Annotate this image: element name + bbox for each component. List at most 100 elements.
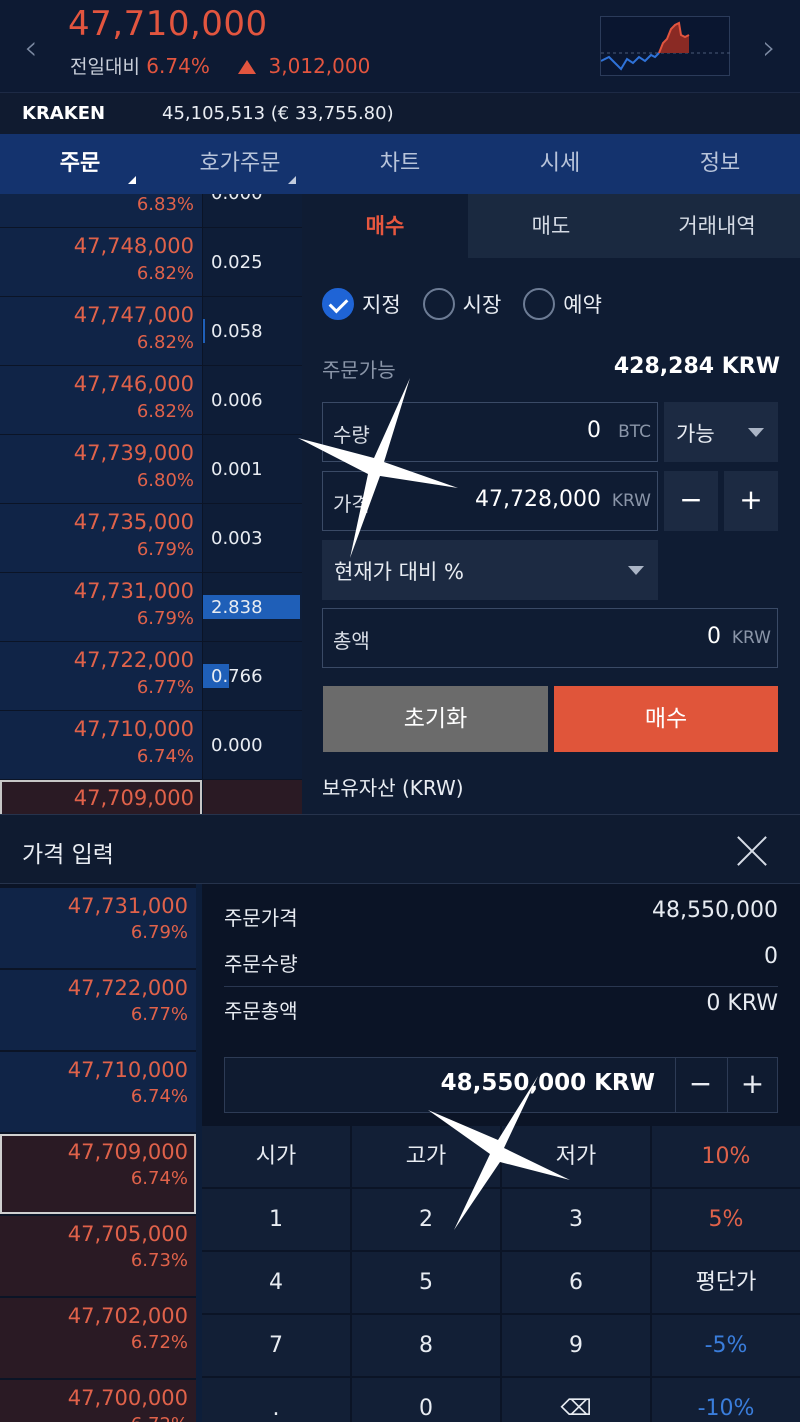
orderbook: 6.83% 0.000 47,748,000 6.82% 0.025 47,747,000…: [0, 194, 302, 814]
sheet-title: 가격 입력: [22, 842, 114, 868]
key-avg-price[interactable]: 평단가: [652, 1252, 800, 1313]
change-amount: 3,012,000: [268, 54, 371, 78]
sheet-orderbook-row[interactable]: 47,702,000 6.72%: [0, 1298, 196, 1378]
sheet-orderbook-row[interactable]: 47,705,000 6.73%: [0, 1216, 196, 1296]
order-type-limit[interactable]: 지정: [322, 288, 401, 320]
holdings-label: 보유자산 (KRW): [322, 776, 464, 800]
row-pct: 6.77%: [136, 677, 194, 698]
summary-value: 48,550,000: [652, 898, 778, 923]
tab-sell[interactable]: 매도: [468, 194, 634, 258]
row-price: 47,702,000: [67, 1304, 188, 1328]
key-6[interactable]: 6: [502, 1252, 650, 1313]
tab-quote-order-label: 호가주문: [199, 151, 281, 176]
orderbook-row[interactable]: 47,709,000: [0, 780, 302, 814]
sheet-orderbook-row[interactable]: 47,710,000 6.74%: [0, 1052, 196, 1132]
price-input-field[interactable]: 48,550,000 KRW − +: [224, 1057, 778, 1113]
row-qty: 0.003: [211, 528, 263, 549]
caret-down-icon: [748, 428, 764, 437]
price-decrement-button[interactable]: −: [664, 471, 718, 531]
key-plus-5pct[interactable]: 5%: [652, 1189, 800, 1250]
orderbook-row[interactable]: 47,731,000 6.79% 2.838: [0, 573, 302, 642]
price-increment-button[interactable]: +: [724, 471, 778, 531]
key-0[interactable]: 0: [352, 1378, 500, 1422]
order-type-reserve[interactable]: 예약: [523, 288, 602, 320]
row-price: 47,705,000: [67, 1222, 188, 1246]
sheet-decrement-button[interactable]: −: [675, 1058, 725, 1112]
sheet-orderbook-row[interactable]: 47,722,000 6.77%: [0, 970, 196, 1050]
key-9[interactable]: 9: [502, 1315, 650, 1376]
tab-chart[interactable]: 차트: [320, 134, 480, 194]
change-pct: 6.74%: [146, 54, 210, 78]
orderbook-row[interactable]: 6.83% 0.000: [0, 194, 302, 228]
tab-history[interactable]: 거래내역: [634, 194, 800, 258]
key-8[interactable]: 8: [352, 1315, 500, 1376]
order-type-reserve-label: 예약: [563, 293, 602, 317]
backspace-icon[interactable]: ⌫: [502, 1378, 650, 1422]
orderbook-row[interactable]: 47,722,000 6.77% 0.766: [0, 642, 302, 711]
quantity-preset-dropdown[interactable]: 가능: [664, 402, 778, 462]
key-5[interactable]: 5: [352, 1252, 500, 1313]
chevron-right-icon[interactable]: ›: [762, 28, 776, 68]
radio-circle-icon: [422, 288, 455, 320]
sheet-header: 가격 입력: [0, 814, 800, 884]
summary-value: 0 KRW: [706, 991, 778, 1016]
key-open-price[interactable]: 시가: [202, 1126, 350, 1187]
row-price: 47,700,000: [67, 1386, 188, 1410]
buy-button[interactable]: 매수: [554, 686, 778, 752]
orderbook-row[interactable]: 47,739,000 6.80% 0.001: [0, 435, 302, 504]
orderbook-row[interactable]: 47,746,000 6.82% 0.006: [0, 366, 302, 435]
key-minus-10pct[interactable]: -10%: [652, 1378, 800, 1422]
reset-button[interactable]: 초기화: [323, 686, 548, 752]
row-pct: 6.74%: [136, 746, 194, 767]
tab-order[interactable]: 주문: [0, 134, 160, 194]
key-high-price[interactable]: 고가: [352, 1126, 500, 1187]
orderbook-row[interactable]: 47,735,000 6.79% 0.003: [0, 504, 302, 573]
tab-quote-order[interactable]: 호가주문: [160, 134, 320, 194]
chevron-left-icon[interactable]: ‹: [24, 28, 38, 68]
price-field[interactable]: 가격 47,728,000 KRW: [322, 471, 658, 531]
checked-circle-icon: [322, 288, 354, 320]
row-pct: 6.79%: [136, 539, 194, 560]
key-low-price[interactable]: 저가: [502, 1126, 650, 1187]
sheet-orderbook-row[interactable]: 47,731,000 6.79%: [0, 888, 196, 968]
total-label: 총액: [333, 629, 370, 653]
sheet-orderbook: 47,731,000 6.79% 47,722,000 6.77% 47,710,000…: [0, 884, 200, 1422]
order-form: 매수 매도 거래내역 지정 시장 예약 주문가능 428,284 KRW 수량 …: [302, 194, 800, 814]
sheet-orderbook-row[interactable]: 47,709,000 6.74%: [0, 1134, 196, 1214]
key-2[interactable]: 2: [352, 1189, 500, 1250]
sheet-increment-button[interactable]: +: [727, 1058, 777, 1112]
total-field[interactable]: 총액 0 KRW: [322, 608, 778, 668]
key-dot[interactable]: .: [202, 1378, 350, 1422]
sheet-orderbook-row[interactable]: 47,700,000 6.72%: [0, 1380, 196, 1422]
row-price: 47,731,000: [73, 579, 194, 603]
row-price: 47,748,000: [73, 234, 194, 258]
row-price: 47,722,000: [67, 976, 188, 1000]
orderbook-row[interactable]: 47,747,000 6.82% 0.058: [0, 297, 302, 366]
key-4[interactable]: 4: [202, 1252, 350, 1313]
key-plus-10pct[interactable]: 10%: [652, 1126, 800, 1187]
orderbook-row[interactable]: 47,710,000 6.74% 0.000: [0, 711, 302, 780]
quantity-field[interactable]: 수량 0 BTC: [322, 402, 658, 462]
total-unit: KRW: [731, 628, 771, 648]
row-pct: 6.72%: [131, 1414, 188, 1422]
key-7[interactable]: 7: [202, 1315, 350, 1376]
order-type-market[interactable]: 시장: [422, 288, 502, 320]
order-type-market-label: 시장: [462, 293, 502, 317]
key-minus-5pct[interactable]: -5%: [652, 1315, 800, 1376]
tab-info[interactable]: 정보: [640, 134, 800, 194]
percent-dropdown[interactable]: 현재가 대비 %: [322, 540, 658, 600]
tab-chart-label: 차트: [379, 151, 421, 176]
tab-market[interactable]: 시세: [480, 134, 640, 194]
close-icon[interactable]: [736, 835, 768, 867]
row-pct: 6.80%: [136, 470, 194, 491]
tab-buy[interactable]: 매수: [302, 194, 468, 258]
summary-label: 주문가격: [224, 906, 298, 930]
key-3[interactable]: 3: [502, 1189, 650, 1250]
tab-order-label: 주문: [59, 151, 101, 176]
price-label: 가격: [333, 492, 370, 516]
change-label: 전일대비: [70, 56, 140, 78]
sparkline-chart[interactable]: [600, 16, 731, 76]
corner-indicator-icon: [128, 176, 136, 184]
key-1[interactable]: 1: [202, 1189, 350, 1250]
orderbook-row[interactable]: 47,748,000 6.82% 0.025: [0, 228, 302, 297]
